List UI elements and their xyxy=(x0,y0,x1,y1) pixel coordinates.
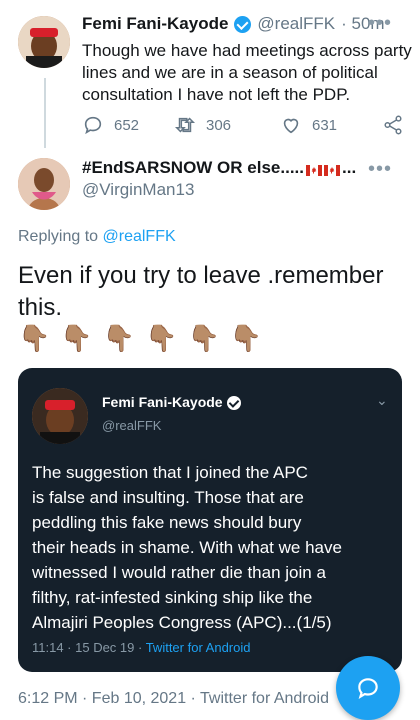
embedded-text-line: filthy, rat-infested sinking ship like t… xyxy=(32,588,313,607)
embedded-meta-source: Twitter for Android xyxy=(145,640,251,655)
replying-to-handle[interactable]: @realFFK xyxy=(103,228,176,245)
thread-connector-line xyxy=(44,78,46,148)
embedded-meta: 11:14 · 15 Dec 19 · Twitter for Android xyxy=(32,640,250,655)
pointing-down-icon: 👇🏽 xyxy=(18,323,51,353)
parent-text-line: consultation I have not left the PDP. xyxy=(82,85,351,104)
verified-icon xyxy=(234,15,252,33)
retweet-count: 306 xyxy=(206,116,232,134)
like-count: 631 xyxy=(312,116,338,134)
reply-text-line: this. xyxy=(18,294,63,321)
share-icon xyxy=(384,115,402,135)
attached-image[interactable]: Femi Fani-Kayode @realFFK ⌄ The suggesti… xyxy=(18,368,402,672)
pointing-down-emoji-row: 👇🏽 👇🏽 👇🏽 👇🏽 👇🏽 👇🏽 xyxy=(18,324,262,352)
parent-text-line: lines and we are in a season of politica… xyxy=(82,63,378,82)
chevron-down-icon: ⌄ xyxy=(376,392,388,408)
pointing-down-icon: 👇🏽 xyxy=(102,323,136,353)
tweet-timestamp: 6:12 PM · Feb 10, 2021 · Twitter for And… xyxy=(18,690,329,707)
reply-count: 652 xyxy=(114,116,140,134)
parent-author-handle[interactable]: @realFFK xyxy=(257,14,335,34)
parent-text-line: Though we have had meetings across party xyxy=(82,41,412,60)
embedded-text-line: Almajiri Peoples Congress (APC)...(1/5) xyxy=(32,613,332,632)
embedded-text-line: their heads in shame. With what we have xyxy=(32,538,342,557)
retweet-action[interactable]: 306 xyxy=(174,114,231,136)
parent-tweet-text: Though we have had meetings across party… xyxy=(82,40,412,106)
parent-author-avatar[interactable] xyxy=(18,16,70,68)
embedded-text-line: peddling this fake news should bury xyxy=(32,513,302,532)
compose-reply-button[interactable] xyxy=(336,656,400,720)
reply-text-line: Even if you try to leave .remember xyxy=(18,262,384,289)
share-action[interactable] xyxy=(382,114,404,136)
pointing-down-icon: 👇🏽 xyxy=(60,323,93,353)
replying-to-line: Replying to @realFFK xyxy=(18,228,176,246)
pointing-down-icon: 👇🏽 xyxy=(145,323,178,353)
reply-icon xyxy=(84,116,102,135)
embedded-author-avatar xyxy=(32,388,88,444)
reply-more-options-icon[interactable]: ••• xyxy=(368,158,392,181)
reply-action[interactable]: 652 xyxy=(82,114,139,136)
parent-more-options-icon[interactable]: ••• xyxy=(368,12,392,35)
embedded-author-name: Femi Fani-Kayode xyxy=(102,394,223,410)
reply-author-avatar[interactable] xyxy=(18,158,70,210)
embedded-author-handle: @realFFK xyxy=(102,418,162,433)
embedded-tweet-text: The suggestion that I joined the APC is … xyxy=(32,460,394,635)
canada-flag-icon xyxy=(306,163,322,176)
canada-flag-icon xyxy=(324,163,340,176)
heart-icon xyxy=(283,118,299,134)
pointing-down-icon: 👇🏽 xyxy=(187,323,220,353)
like-action[interactable]: 631 xyxy=(280,114,337,136)
reply-author-name-ellipsis: ... xyxy=(342,158,357,177)
compose-reply-icon xyxy=(358,678,378,700)
parent-author-name[interactable]: Femi Fani-Kayode xyxy=(82,14,228,34)
pointing-down-icon: 👇🏽 xyxy=(229,323,263,353)
reply-tweet-text: Even if you try to leave .remember this. xyxy=(18,260,413,324)
embedded-text-line: is false and insulting. Those that are xyxy=(32,488,304,507)
retweet-icon xyxy=(174,117,196,133)
embedded-text-line: witnessed I would rather die than join a xyxy=(32,563,326,582)
reply-author-handle[interactable]: @VirginMan13 xyxy=(82,180,382,200)
reply-author-name[interactable]: #EndSARSNOW OR else..... xyxy=(82,158,304,178)
verified-icon xyxy=(227,396,242,410)
replying-to-prefix: Replying to xyxy=(18,228,103,245)
embedded-text-line: The suggestion that I joined the APC xyxy=(32,463,308,482)
embedded-meta-time: 11:14 · 15 Dec 19 · xyxy=(32,640,146,655)
